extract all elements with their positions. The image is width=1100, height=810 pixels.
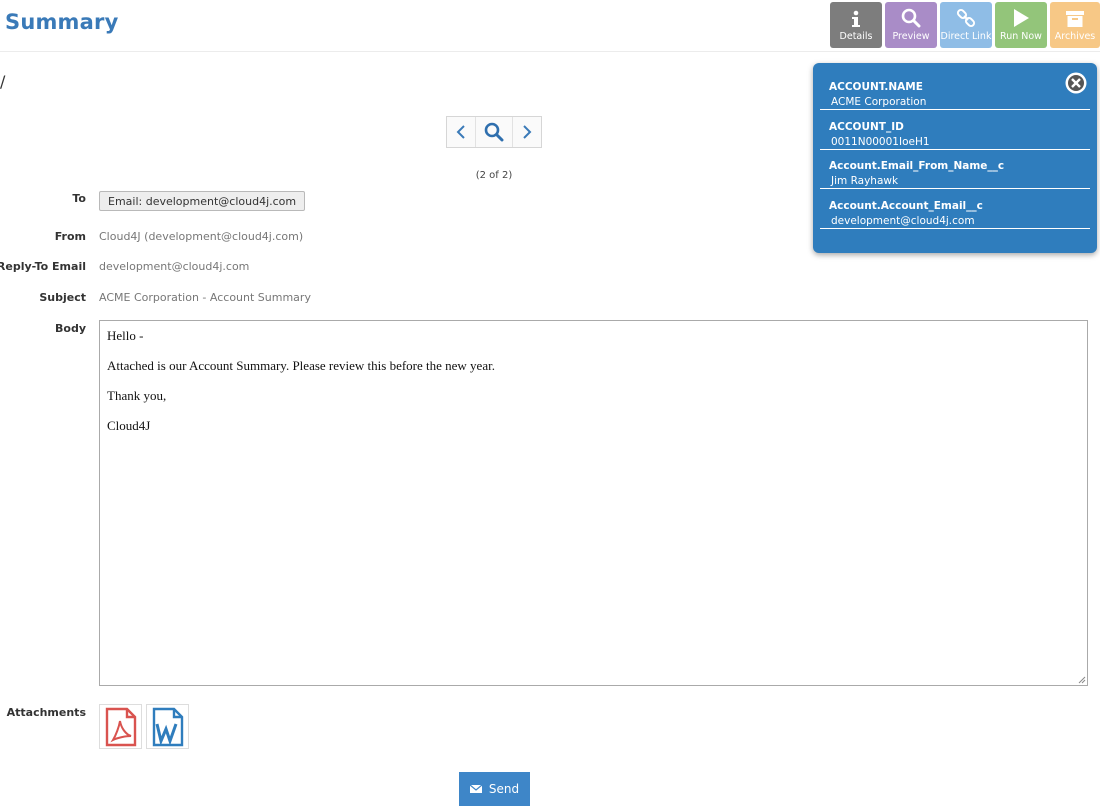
header-divider (0, 51, 1100, 52)
page-count: (2 of 2) (475, 170, 513, 181)
pdf-file-icon (105, 707, 136, 746)
link-icon (956, 8, 976, 28)
pdf-attachment[interactable] (99, 704, 142, 749)
merge-field-item[interactable]: Account.Email_From_Name__c Jim Rayhawk (820, 160, 1090, 189)
preview-label: Preview (892, 31, 930, 42)
previous-button[interactable] (447, 117, 475, 147)
subject-label: Subject (39, 291, 86, 304)
word-file-icon (152, 707, 183, 746)
search-record-button[interactable] (474, 117, 514, 147)
from-value: Cloud4J (development@cloud4j.com) (99, 230, 304, 243)
chevron-left-icon (456, 125, 465, 139)
merge-field-key: Account.Account_Email__c (829, 200, 983, 212)
body-line: Attached is our Account Summary. Please … (107, 358, 495, 373)
merge-field-item[interactable]: Account.Account_Email__c development@clo… (820, 200, 1090, 229)
direct-link-label: Direct Link (940, 31, 992, 42)
merge-field-value: Jim Rayhawk (831, 175, 899, 187)
merge-field-item[interactable]: ACCOUNT.NAME ACME Corporation (820, 81, 1090, 110)
info-icon (852, 10, 860, 27)
send-button[interactable]: Send (459, 772, 530, 806)
run-now-label: Run Now (1000, 31, 1042, 42)
to-label: To (72, 192, 86, 205)
next-button[interactable] (513, 117, 541, 147)
search-icon (901, 8, 921, 28)
page-title: Summary (5, 10, 119, 34)
reply-to-label: Reply-To Email (0, 260, 86, 273)
play-icon (1014, 9, 1029, 27)
merge-field-item[interactable]: ACCOUNT_ID 0011N00001IoeH1 (820, 121, 1090, 150)
direct-link-button[interactable]: Direct Link (940, 2, 992, 48)
record-pager (446, 116, 542, 148)
merge-field-value: 0011N00001IoeH1 (831, 136, 930, 148)
archives-label: Archives (1054, 31, 1096, 42)
details-button[interactable]: Details (830, 2, 882, 48)
body-label: Body (55, 322, 86, 335)
from-label: From (54, 230, 86, 243)
merge-field-value: ACME Corporation (831, 96, 927, 108)
send-label: Send (488, 782, 520, 796)
toolbar: Details Preview Direct Link Run Now Arch… (830, 2, 1100, 48)
word-attachment[interactable] (146, 704, 189, 749)
reply-to-value: development@cloud4j.com (99, 260, 250, 273)
merge-field-value: development@cloud4j.com (831, 215, 975, 227)
chevron-right-icon (523, 125, 532, 139)
breadcrumb-slash: / (0, 72, 6, 91)
body-line: Thank you, (107, 388, 167, 403)
merge-field-key: ACCOUNT_ID (829, 121, 904, 133)
body-editor[interactable]: Hello - Attached is our Account Summary.… (99, 320, 1088, 686)
to-recipient-chip[interactable]: Email: development@cloud4j.com (99, 191, 306, 211)
preview-button[interactable]: Preview (885, 2, 937, 48)
search-icon (484, 122, 504, 142)
body-line: Hello - (107, 328, 144, 343)
archives-button[interactable]: Archives (1050, 2, 1100, 48)
body-line: Cloud4J (107, 418, 151, 433)
archive-icon (1066, 11, 1084, 27)
resize-handle-icon[interactable] (1078, 676, 1086, 684)
merge-field-key: Account.Email_From_Name__c (829, 160, 1005, 172)
merge-fields-panel: ACCOUNT.NAME ACME Corporation ACCOUNT_ID… (813, 63, 1097, 253)
attachments-label: Attachments (6, 706, 86, 719)
envelope-icon (469, 784, 482, 793)
merge-field-key: ACCOUNT.NAME (829, 81, 923, 93)
run-now-button[interactable]: Run Now (995, 2, 1047, 48)
details-label: Details (839, 31, 873, 42)
subject-value: ACME Corporation - Account Summary (99, 291, 311, 304)
